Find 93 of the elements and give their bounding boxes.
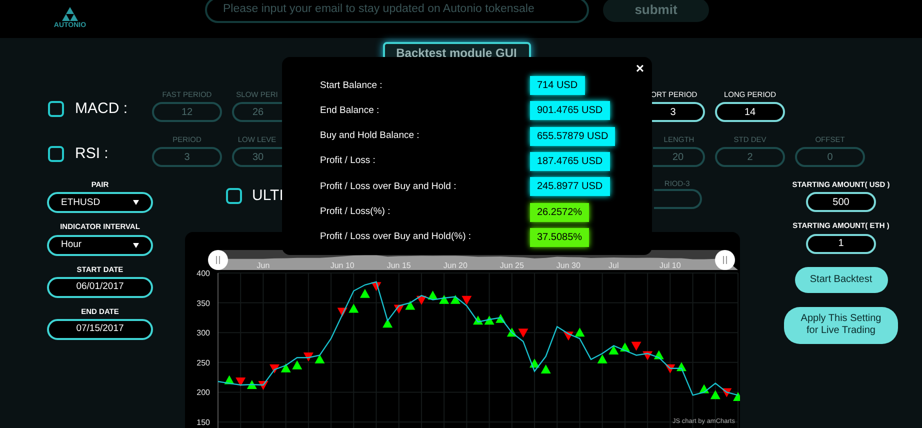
- buy-marker: [405, 300, 416, 310]
- sell-marker: [642, 351, 653, 360]
- buy-marker: [224, 375, 234, 384]
- navigator-handle[interactable]: [715, 250, 735, 270]
- sell-marker: [462, 296, 472, 305]
- sell-marker: [270, 364, 280, 374]
- buy-marker: [292, 360, 302, 370]
- result-label: Profit / Loss over Buy and Hold(%) :: [320, 230, 472, 244]
- buy-marker: [676, 362, 686, 372]
- input-field[interactable]: 14: [715, 102, 785, 122]
- result-value: 714 USD: [530, 76, 585, 96]
- date-field[interactable]: 07/15/2017: [47, 319, 153, 340]
- checkbox[interactable]: [226, 188, 242, 204]
- sell-marker: [258, 381, 268, 390]
- buy-marker: [382, 318, 393, 328]
- result-value: 245.8977 USD: [530, 177, 610, 196]
- axis-label: 250: [196, 358, 210, 368]
- indicator-name: MACD :: [75, 98, 128, 118]
- buy-marker: [360, 288, 370, 298]
- buy-marker: [450, 294, 460, 304]
- email-field[interactable]: Please input your email to stay updated on Autonio tokensale: [205, 0, 589, 23]
- result-label: Buy and Hold Balance :: [320, 129, 420, 144]
- buy-marker: [699, 384, 710, 394]
- select-field[interactable]: Hour: [47, 234, 153, 256]
- indicator-name: ULTI: [252, 186, 284, 206]
- buy-marker: [496, 314, 506, 323]
- axis-label: Jun 25: [500, 261, 524, 270]
- axis-label: 300: [196, 328, 210, 338]
- close-button[interactable]: ×: [636, 61, 644, 75]
- buy-marker: [348, 304, 359, 313]
- axis-label: Jun: [256, 261, 270, 270]
- axis-label: Jul 10: [660, 261, 681, 270]
- amount-field[interactable]: 1: [806, 234, 876, 254]
- start-backtest-button[interactable]: Start Backtest: [794, 266, 888, 292]
- logo-icon: [62, 6, 78, 21]
- apply-setting-button[interactable]: Apply This Setting for Live Trading: [784, 306, 898, 344]
- axis-label: Jun 20: [443, 261, 468, 270]
- axis-label: Jul: [608, 261, 619, 270]
- caret-icon: [133, 242, 139, 248]
- result-label: Start Balance :: [320, 78, 384, 93]
- sell-marker: [563, 332, 574, 341]
- checkbox[interactable]: [48, 100, 64, 117]
- axis-label: Jun 30: [556, 261, 580, 270]
- buy-marker: [314, 354, 325, 364]
- buy-marker: [608, 345, 619, 354]
- buy-marker: [280, 363, 291, 372]
- buy-marker: [540, 364, 551, 374]
- buy-marker: [246, 380, 257, 390]
- sell-marker: [371, 282, 382, 292]
- navigator-handle[interactable]: [208, 250, 228, 270]
- buy-marker: [710, 390, 720, 400]
- indicator-name: RSI :: [75, 144, 108, 164]
- buy-marker: [484, 316, 494, 325]
- sell-marker: [394, 304, 404, 314]
- input-field[interactable]: [654, 189, 702, 209]
- axis-label: 200: [196, 388, 210, 398]
- sell-marker: [337, 308, 348, 317]
- result-label: Profit / Loss(%) :: [320, 205, 392, 219]
- axis-label: Jun 10: [330, 261, 354, 270]
- result-value: 26.2572%: [530, 202, 590, 222]
- buy-marker: [654, 350, 664, 360]
- result-label: Profit / Loss :: [320, 154, 376, 168]
- buy-marker: [620, 342, 630, 352]
- axis-label: 400: [196, 269, 210, 278]
- sell-marker: [518, 328, 528, 338]
- sell-marker: [416, 296, 426, 305]
- buy-marker: [574, 328, 585, 337]
- axis-label: 150: [196, 418, 210, 427]
- result-value: 187.4765 USD: [530, 152, 610, 172]
- result-label: End Balance :: [320, 104, 380, 118]
- buy-marker: [473, 316, 483, 325]
- axis-label: 350: [196, 298, 210, 308]
- buy-marker: [506, 328, 517, 337]
- select-field[interactable]: ETHUSD: [47, 192, 153, 214]
- amount-field[interactable]: 500: [806, 192, 876, 212]
- result-value: 655.57879 USD: [530, 126, 616, 146]
- date-field[interactable]: 06/01/2017: [47, 276, 153, 298]
- buy-marker: [530, 358, 540, 368]
- buy-marker: [428, 290, 438, 300]
- buy-marker: [597, 354, 608, 364]
- buy-marker: [439, 294, 450, 304]
- caret-icon: [133, 200, 139, 206]
- sell-marker: [722, 388, 732, 398]
- checkbox[interactable]: [48, 146, 64, 162]
- axis-label: Jun 15: [386, 261, 411, 270]
- result-value: 901.4765 USD: [530, 101, 610, 120]
- sell-marker: [303, 352, 314, 362]
- result-label: Profit / Loss over Buy and Hold :: [320, 180, 458, 194]
- sell-marker: [665, 364, 676, 374]
- sell-marker: [236, 377, 246, 386]
- buy-marker: [733, 392, 740, 401]
- sell-marker: [631, 342, 642, 351]
- result-value: 37.5085%: [530, 228, 590, 247]
